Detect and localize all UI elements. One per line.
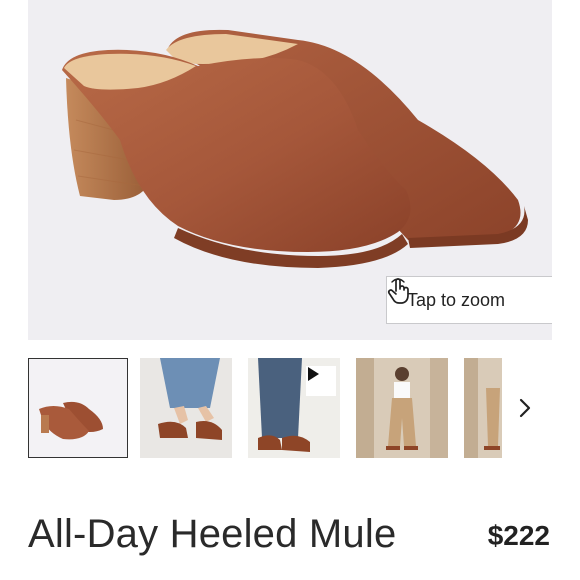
thumbnail-mule-on-feet-jeans[interactable] <box>140 358 232 458</box>
product-hero-image[interactable]: Tap to zoom <box>28 0 552 340</box>
thumbnail-next-button[interactable] <box>508 388 542 432</box>
tap-to-zoom-button[interactable]: Tap to zoom <box>386 276 552 324</box>
product-price: $222 <box>487 520 550 551</box>
thumbnail-model-full-body[interactable] <box>356 358 448 458</box>
thumbnail-model-partial[interactable] <box>464 358 502 458</box>
thumbnail-strip <box>28 358 502 460</box>
thumbnail-mule-pair-studio[interactable] <box>28 358 128 458</box>
product-title: All-Day Heeled Mule <box>28 512 397 556</box>
play-video-button[interactable] <box>306 366 336 396</box>
tap-to-zoom-label: Tap to zoom <box>407 289 506 310</box>
thumbnail-mule-video[interactable] <box>248 358 340 458</box>
chevron-right-icon <box>518 397 532 424</box>
